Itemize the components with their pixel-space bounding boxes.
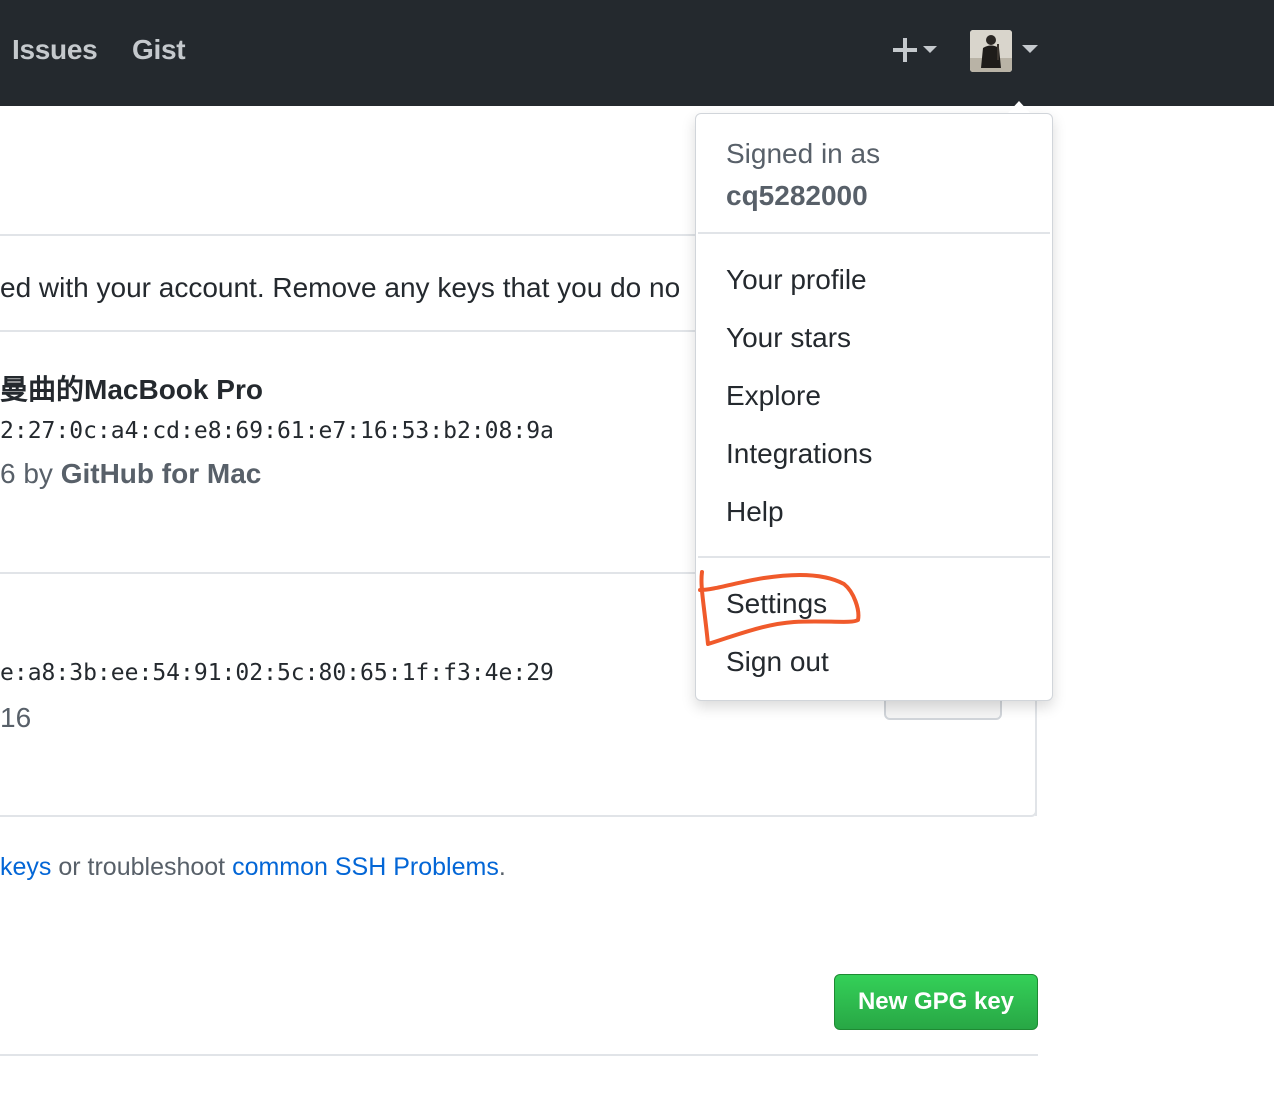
key-fingerprint: e:a8:3b:ee:54:91:02:5c:80:65:1f:f3:4e:29	[0, 660, 554, 686]
help-text-middle: or troubleshoot	[51, 853, 233, 881]
nav-gist-link[interactable]: Gist	[132, 34, 186, 66]
key-fingerprint: 2:27:0c:a4:cd:e8:69:61:e7:16:53:b2:08:9a	[0, 418, 554, 444]
ssh-keys-description: ed with your account. Remove any keys th…	[0, 272, 681, 303]
chevron-down-icon	[1022, 45, 1038, 53]
dropdown-divider	[698, 556, 1050, 558]
menu-item-explore[interactable]: Explore	[726, 380, 821, 412]
plus-icon	[893, 38, 937, 62]
menu-item-sign-out[interactable]: Sign out	[726, 646, 829, 678]
dropdown-caret	[1008, 101, 1030, 113]
menu-item-your-profile[interactable]: Your profile	[726, 264, 867, 296]
help-text: keys or troubleshoot common SSH Problems…	[0, 853, 506, 882]
menu-item-integrations[interactable]: Integrations	[726, 438, 872, 470]
menu-item-your-stars[interactable]: Your stars	[726, 322, 851, 354]
key-title-name: MacBook Pro	[84, 374, 263, 405]
nav-issues-link[interactable]: Issues	[12, 34, 98, 66]
avatar	[970, 30, 1012, 72]
dropdown-divider	[698, 232, 1050, 234]
gpg-section-divider	[0, 1054, 1038, 1056]
create-new-button[interactable]	[890, 30, 942, 70]
key-added-info: 6 by GitHub for Mac	[0, 458, 261, 490]
keys-box-corner	[1000, 780, 1037, 817]
key-added-info: 16	[0, 702, 32, 733]
keys-link[interactable]: keys	[0, 853, 51, 881]
key-title: 曼曲的MacBook Pro	[0, 368, 263, 408]
signed-in-label: Signed in as	[726, 138, 881, 169]
key-title-prefix: 曼曲的	[0, 374, 85, 405]
keys-box-bottom	[0, 815, 1006, 817]
key-added-prefix: 6 by	[0, 458, 61, 489]
user-avatar-icon	[970, 30, 1012, 72]
top-header: Issues Gist	[0, 0, 1274, 106]
settings-highlight-annotation	[698, 570, 861, 646]
menu-item-help[interactable]: Help	[726, 496, 784, 528]
common-ssh-problems-link[interactable]: common SSH Problems	[232, 853, 499, 881]
help-text-end: .	[498, 853, 506, 881]
key-added-by: GitHub for Mac	[60, 458, 262, 489]
new-gpg-key-button[interactable]: New GPG key	[834, 974, 1038, 1030]
user-menu-button[interactable]	[970, 30, 1040, 74]
username: cq5282000	[726, 180, 868, 211]
caret-down-icon	[923, 46, 937, 53]
